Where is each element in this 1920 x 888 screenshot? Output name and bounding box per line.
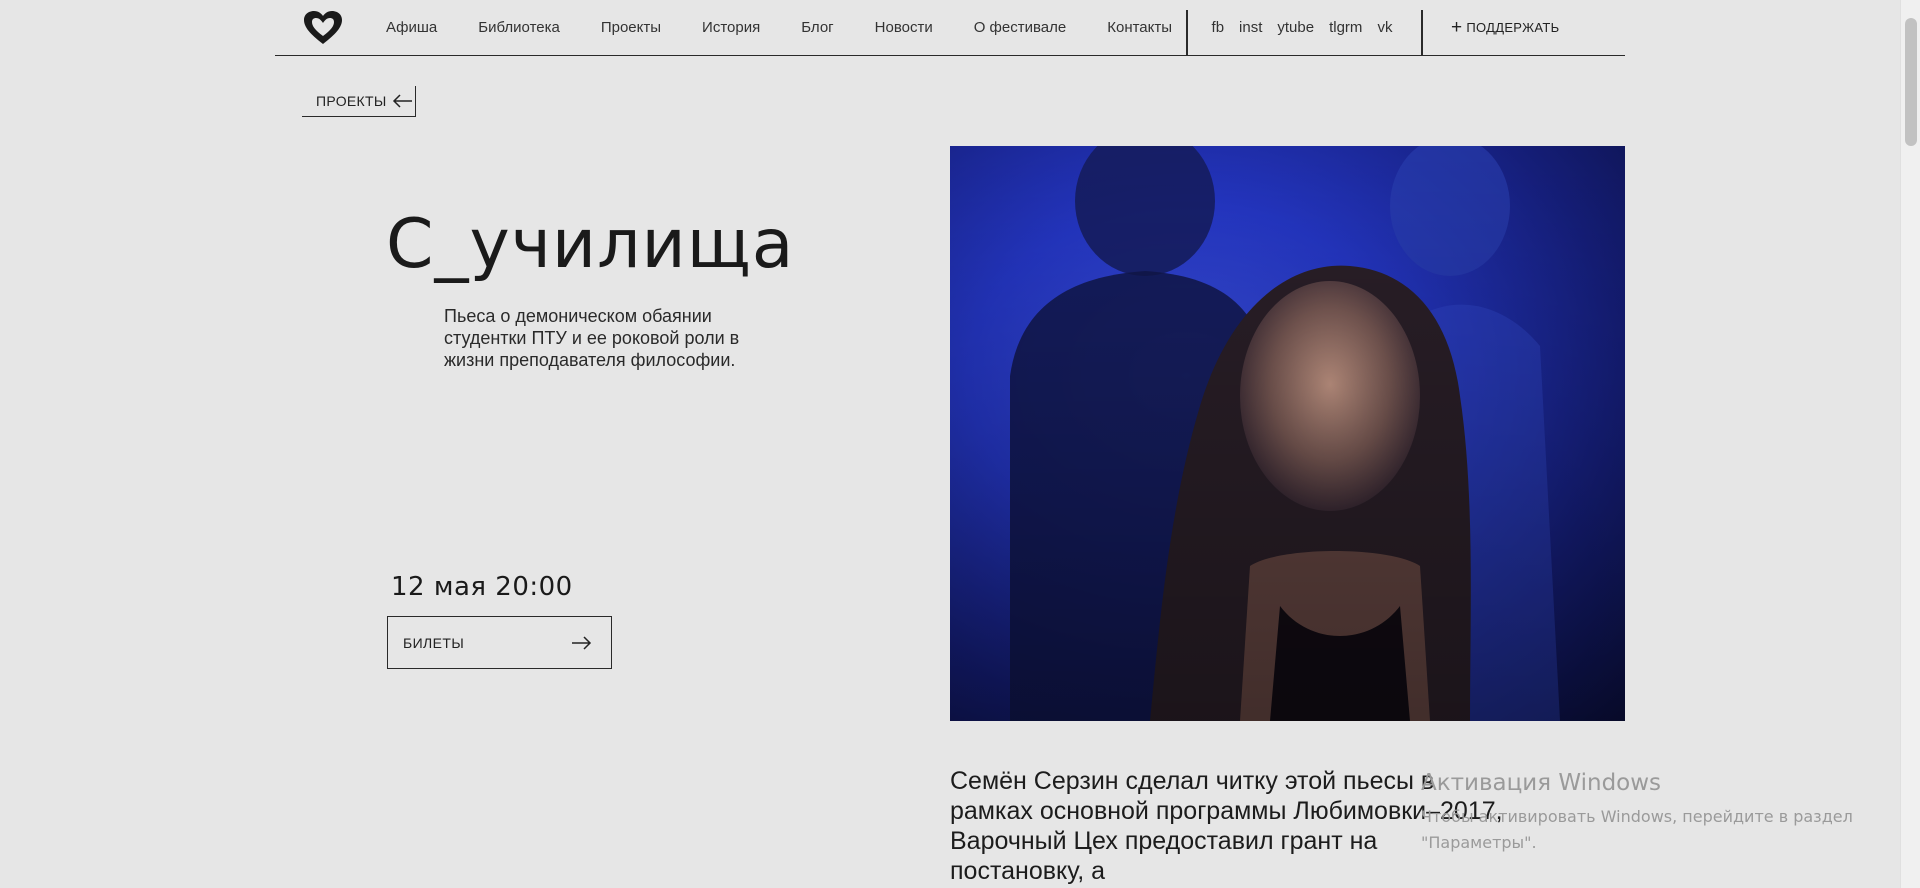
social-link-inst[interactable]: inst — [1239, 19, 1262, 36]
nav-item-contacts[interactable]: Контакты — [1107, 19, 1172, 36]
nav-item-library[interactable]: Библиотека — [478, 19, 560, 36]
social-link-tlgrm[interactable]: tlgrm — [1329, 19, 1362, 36]
project-description: Пьеса о демоническом обаянии студентки П… — [444, 306, 740, 370]
social-links: fb inst ytube tlgrm vk — [1188, 19, 1422, 36]
social-link-ytube[interactable]: ytube — [1277, 19, 1314, 36]
heart-logo-icon[interactable] — [302, 10, 344, 46]
support-button[interactable]: + ПОДДЕРЖАТЬ — [1451, 18, 1560, 37]
watermark-title: Активация Windows — [1421, 770, 1662, 796]
header-divider — [1421, 10, 1423, 56]
nav-item-afisha[interactable]: Афиша — [386, 19, 437, 36]
plus-icon: + — [1450, 17, 1463, 38]
site-header: Афиша Библиотека Проекты История Блог Но… — [275, 0, 1625, 56]
windows-activation-watermark: Активация Windows Чтобы активировать Win… — [1421, 770, 1861, 856]
project-title: С_училища — [386, 205, 795, 284]
support-label: ПОДДЕРЖАТЬ — [1466, 20, 1560, 35]
page-scrollbar[interactable] — [1900, 0, 1920, 888]
project-photo — [950, 146, 1625, 721]
tickets-label: БИЛЕТЫ — [403, 634, 465, 651]
nav-item-about[interactable]: О фестивале — [974, 19, 1067, 36]
social-link-vk[interactable]: vk — [1377, 19, 1392, 36]
nav-item-projects[interactable]: Проекты — [601, 19, 661, 36]
nav-item-history[interactable]: История — [702, 19, 760, 36]
tickets-button[interactable]: БИЛЕТЫ — [387, 616, 612, 669]
back-to-projects-button[interactable]: ПРОЕКТЫ — [302, 86, 416, 117]
arrow-right-icon — [572, 635, 592, 650]
nav-item-news[interactable]: Новости — [875, 19, 933, 36]
main-nav: Афиша Библиотека Проекты История Блог Но… — [358, 19, 1186, 36]
watermark-text: Чтобы активировать Windows, перейдите в … — [1421, 807, 1853, 852]
social-link-fb[interactable]: fb — [1212, 19, 1225, 36]
event-date: 12 мая 20:00 — [391, 572, 573, 602]
back-label: ПРОЕКТЫ — [316, 93, 387, 109]
scroll-thumb[interactable] — [1905, 18, 1917, 146]
arrow-left-icon — [392, 94, 412, 108]
nav-item-blog[interactable]: Блог — [801, 19, 833, 36]
